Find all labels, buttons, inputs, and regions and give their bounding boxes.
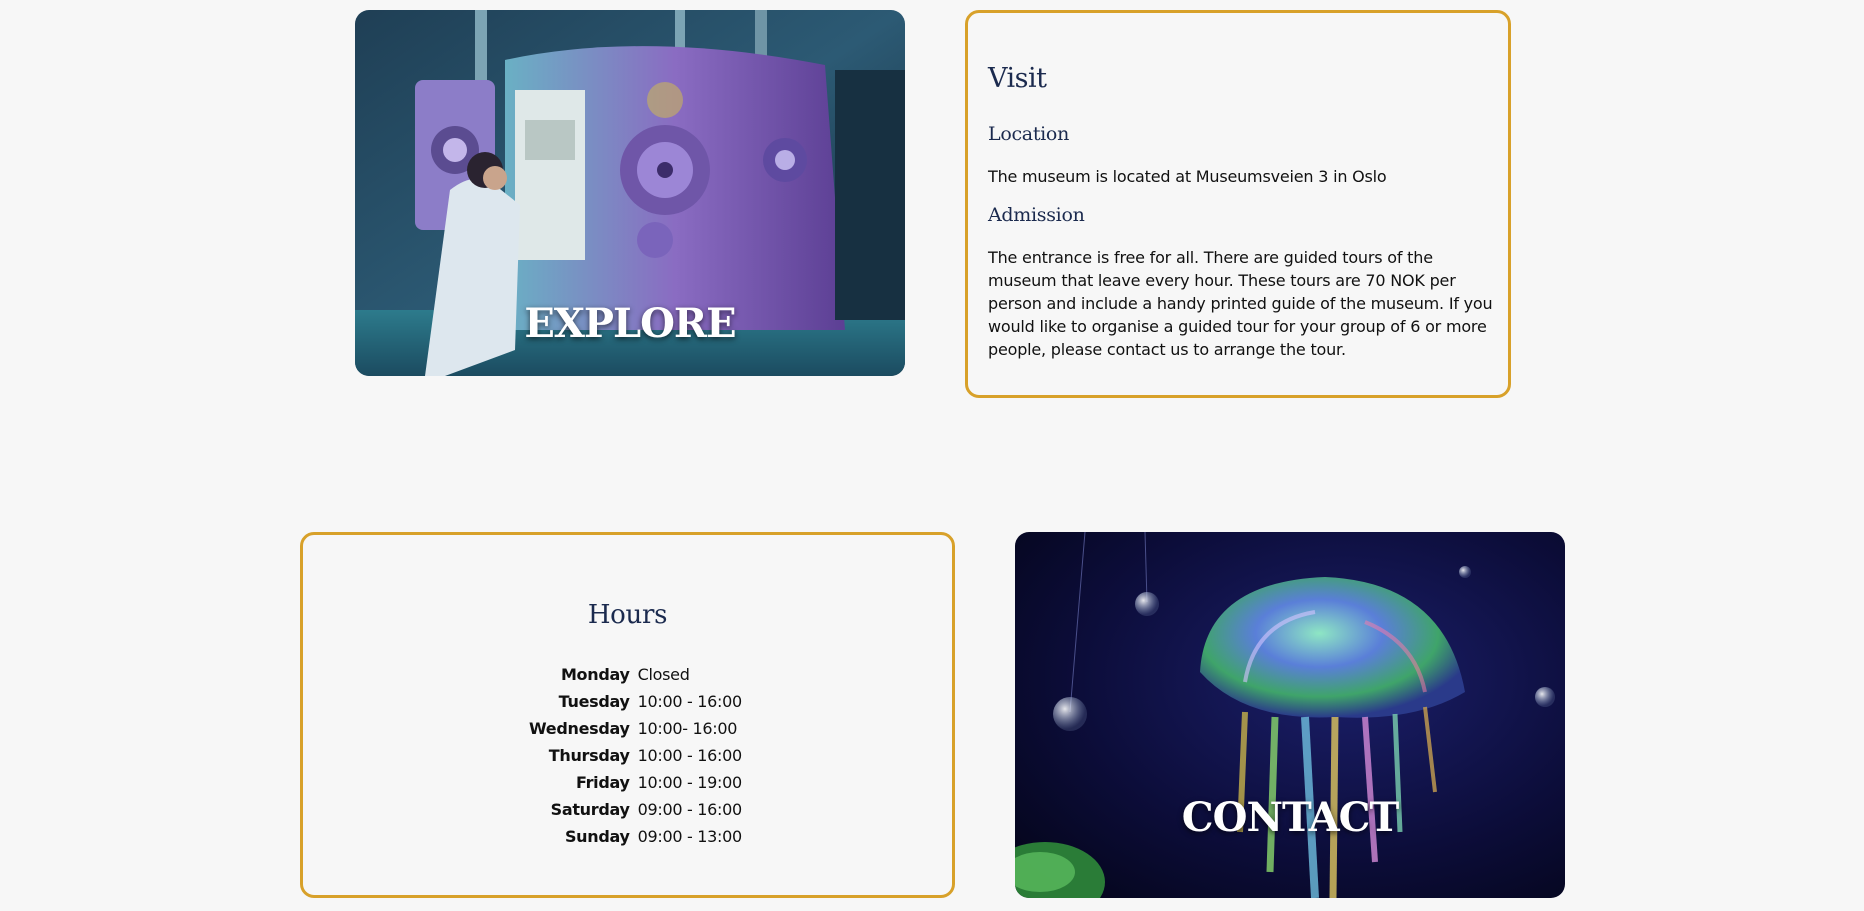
time-value: 10:00- 16:00	[637, 719, 738, 738]
hours-row: Saturday 09:00 - 16:00	[529, 796, 743, 823]
hours-row: Tuesday 10:00 - 16:00	[529, 688, 743, 715]
time-value: Closed	[637, 665, 690, 684]
day-label: Monday	[560, 665, 630, 684]
day-label: Sunday	[564, 827, 630, 846]
hours-title: Hours	[587, 600, 668, 630]
day-label: Saturday	[550, 800, 630, 819]
contact-label: CONTACT	[1181, 794, 1399, 841]
admission-heading: Admission	[988, 204, 1085, 226]
day-label: Wednesday	[529, 719, 630, 738]
time-value: 10:00 - 16:00	[637, 692, 743, 711]
hours-row: Sunday 09:00 - 13:00	[529, 823, 742, 850]
visit-title: Visit	[988, 63, 1047, 94]
jellyfish-photo	[1015, 532, 1565, 898]
hours-row: Friday 10:00 - 19:00	[529, 769, 742, 796]
admission-text: The entrance is free for all. There are …	[988, 248, 1493, 359]
time-value: 10:00 - 19:00	[637, 773, 743, 792]
hours-card: Hours Monday Closed Tuesday 10:00 - 16:0…	[300, 532, 955, 898]
location-text: The museum is located at Museumsveien 3 …	[988, 167, 1387, 186]
page: EXPLORE Visit Location The museum is loc…	[0, 0, 1864, 911]
explore-label: EXPLORE	[524, 300, 736, 347]
time-value: 10:00 - 16:00	[637, 746, 743, 765]
day-label: Tuesday	[558, 692, 630, 711]
day-label: Friday	[575, 773, 630, 792]
contact-tile[interactable]: CONTACT	[1015, 532, 1565, 898]
hours-row: Monday Closed	[529, 661, 742, 688]
hours-table: Monday Closed Tuesday 10:00 - 16:00 Wedn…	[529, 661, 742, 850]
location-heading: Location	[988, 123, 1070, 145]
time-value: 09:00 - 16:00	[637, 800, 743, 819]
day-label: Thursday	[548, 746, 630, 765]
visit-card: Visit Location The museum is located at …	[965, 10, 1511, 398]
hours-row: Wednesday 10:00- 16:00	[529, 715, 742, 742]
time-value: 09:00 - 13:00	[637, 827, 743, 846]
explore-tile[interactable]: EXPLORE	[355, 10, 905, 376]
hours-row: Thursday 10:00 - 16:00	[529, 742, 742, 769]
